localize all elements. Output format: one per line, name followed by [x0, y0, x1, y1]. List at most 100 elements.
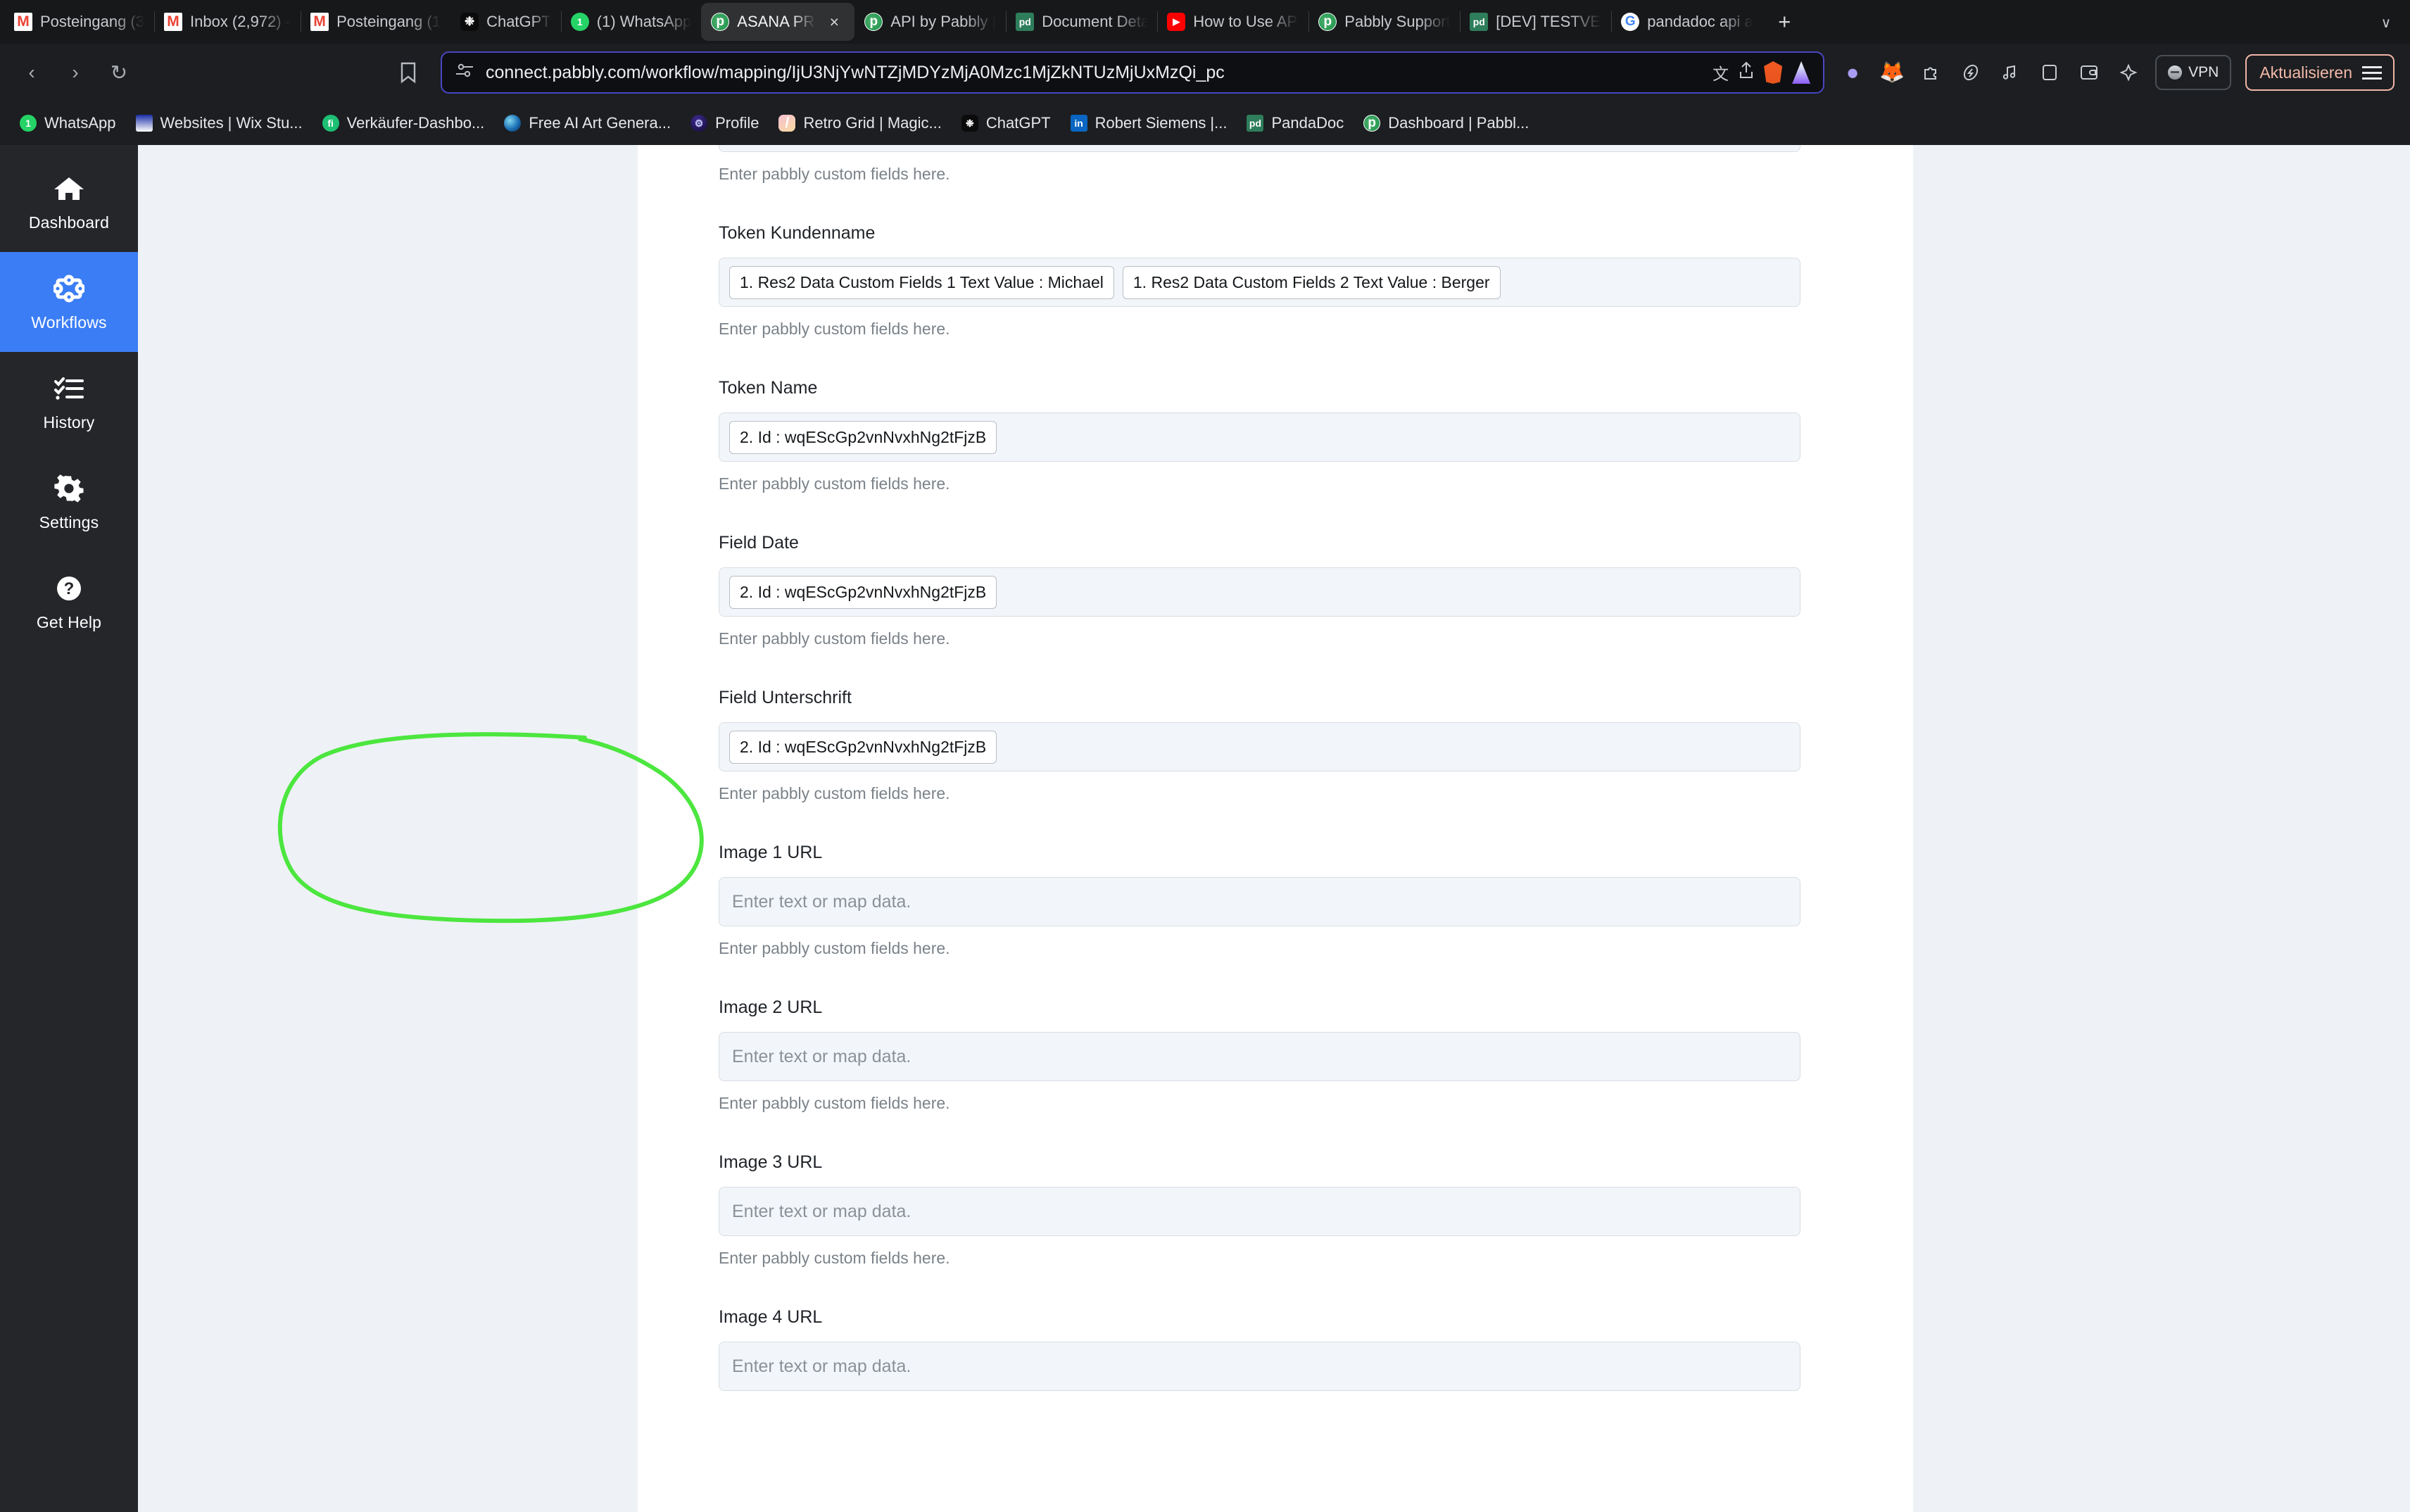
field-label: Image 1 URL: [719, 843, 823, 862]
mapping-chip[interactable]: 1. Res2 Data Custom Fields 2 Text Value …: [1122, 265, 1501, 299]
bookmark-item[interactable]: fi Verkäufer-Dashbo...: [313, 108, 495, 139]
mapping-chip[interactable]: 2. Id : wqEScGp2vnNvxhNg2tFjzB: [729, 420, 997, 454]
field-input[interactable]: Enter text or map data.: [719, 877, 1800, 926]
field-placeholder: Enter text or map data.: [732, 1046, 911, 1066]
site-settings-icon[interactable]: [455, 62, 474, 83]
tab-title: API by Pabbly |: [890, 13, 997, 30]
pabbly-icon: [1318, 13, 1337, 31]
wallet-extension-icon[interactable]: [2076, 60, 2102, 85]
share-icon[interactable]: [1739, 61, 1754, 84]
vpn-label: VPN: [2188, 64, 2219, 80]
ghost-extension-icon[interactable]: ●: [1840, 60, 1865, 85]
home-icon: [53, 172, 85, 205]
form-field-token-name: Token Name 2. Id : wqEScGp2vnNvxhNg2tFjz…: [719, 378, 1800, 493]
bookmark-item[interactable]: Free AI Art Genera...: [494, 108, 681, 139]
field-placeholder: Enter text or map data.: [732, 891, 911, 912]
browser-tab[interactable]: G pandadoc api a: [1611, 3, 1762, 41]
new-tab-button[interactable]: +: [1768, 6, 1800, 38]
field-input[interactable]: Enter text or map data.: [719, 1187, 1800, 1236]
sidebar-item-label: Settings: [39, 512, 99, 531]
field-input[interactable]: 2. Id : wqEScGp2vnNvxhNg2tFjzB: [719, 412, 1800, 462]
help-icon: ?: [54, 572, 84, 605]
field-input[interactable]: 1. Res2 Data Custom Fields 1 Text Value …: [719, 258, 1800, 307]
field-help-text: Enter pabbly custom fields here.: [719, 1249, 950, 1267]
pandadoc-icon: pd: [1247, 115, 1264, 132]
field-input[interactable]: Enter text or map data.: [719, 1342, 1800, 1391]
whatsapp-icon: 1: [570, 13, 589, 31]
form-field-image-1-url: Image 1 URL Enter text or map data. Ente…: [719, 843, 1800, 958]
reload-button[interactable]: ↻: [100, 53, 138, 92]
browser-tab-active[interactable]: ASANA PRO ×: [701, 3, 855, 41]
vpn-button[interactable]: VPN: [2155, 55, 2232, 90]
field-help-text: Enter pabbly custom fields here.: [719, 629, 950, 648]
mapping-chip[interactable]: 1. Res2 Data Custom Fields 1 Text Value …: [729, 265, 1114, 299]
tab-title: Posteingang (3: [40, 13, 144, 30]
bookmark-item[interactable]: ❉ ChatGPT: [952, 108, 1061, 139]
browser-tab[interactable]: Inbox (2,972) -: [154, 3, 301, 41]
field-input-partial[interactable]: [719, 145, 1800, 152]
field-input[interactable]: Enter text or map data.: [719, 1032, 1800, 1081]
browser-tab[interactable]: Posteingang (3: [4, 3, 154, 41]
music-extension-icon[interactable]: [1998, 60, 2023, 85]
bookmark-item[interactable]: 1 WhatsApp: [10, 108, 126, 139]
bookmark-item[interactable]: ⚙ Profile: [681, 108, 769, 139]
menu-icon[interactable]: [2362, 65, 2382, 80]
field-label: Image 2 URL: [719, 997, 823, 1017]
forward-button[interactable]: ›: [56, 53, 94, 92]
field-label: Token Kundenname: [719, 223, 876, 243]
sidebar-item-settings[interactable]: Settings: [0, 452, 138, 552]
bookmark-icon[interactable]: [390, 54, 427, 91]
bookmark-item[interactable]: Websites | Wix Stu...: [126, 108, 313, 139]
bookmark-item[interactable]: pd PandaDoc: [1237, 108, 1354, 139]
leaf-extension-icon[interactable]: [1958, 60, 1983, 85]
leo-ai-icon[interactable]: [1792, 61, 1811, 84]
tab-list-chevron-down-icon[interactable]: ∨: [2373, 10, 2399, 35]
bookmark-item[interactable]: Dashboard | Pabbl...: [1354, 108, 1539, 139]
field-placeholder: Enter text or map data.: [732, 1201, 911, 1221]
sidebar-item-dashboard[interactable]: Dashboard: [0, 152, 138, 252]
browser-tab[interactable]: ❉ ChatGPT: [450, 3, 561, 41]
mapping-chip[interactable]: 2. Id : wqEScGp2vnNvxhNg2tFjzB: [729, 575, 997, 609]
vpn-toggle-icon: [2168, 65, 2183, 80]
sidebar-item-get-help[interactable]: ? Get Help: [0, 552, 138, 652]
mapping-form-card: Enter pabbly custom fields here. Token K…: [638, 145, 1913, 1512]
profile-icon: ⚙: [690, 115, 708, 132]
url-text[interactable]: connect.pabbly.com/workflow/mapping/IjU3…: [486, 63, 1701, 83]
app-sidebar: Dashboard Workflows History Settings ? G…: [0, 145, 138, 1512]
browser-tab[interactable]: 1 (1) WhatsApp: [560, 3, 702, 41]
browser-tab[interactable]: Pabbly Support: [1308, 3, 1460, 41]
brave-shields-icon[interactable]: [1764, 61, 1783, 84]
browser-tab[interactable]: ▶ How to Use API: [1157, 3, 1308, 41]
whatsapp-icon: 1: [20, 115, 37, 132]
browser-tab[interactable]: pd [DEV] TESTVER: [1460, 3, 1611, 41]
gear-icon: [54, 472, 84, 505]
update-button[interactable]: Aktualisieren: [2245, 54, 2395, 91]
browser-tab[interactable]: pd Document Deta: [1006, 3, 1157, 41]
field-input[interactable]: 2. Id : wqEScGp2vnNvxhNg2tFjzB: [719, 567, 1800, 617]
fox-extension-icon[interactable]: 🦊: [1879, 60, 1905, 85]
sparkle-ai-icon[interactable]: [2116, 60, 2141, 85]
translate-icon[interactable]: 文: [1712, 61, 1729, 84]
browser-tab[interactable]: API by Pabbly |: [854, 3, 1006, 41]
bookmark-item[interactable]: in Robert Siemens |...: [1061, 108, 1237, 139]
field-help-text: Enter pabbly custom fields here.: [719, 939, 950, 957]
main-content: Enter pabbly custom fields here. Token K…: [138, 145, 2410, 1512]
sidebar-item-label: Get Help: [36, 612, 102, 631]
mapping-chip[interactable]: 2. Id : wqEScGp2vnNvxhNg2tFjzB: [729, 730, 997, 764]
field-help-text: Enter pabbly custom fields here.: [719, 784, 950, 802]
back-button[interactable]: ‹: [13, 53, 51, 92]
tab-title: Document Deta: [1042, 13, 1148, 30]
bookmark-item[interactable]: Retro Grid | Magic...: [769, 108, 951, 139]
field-input[interactable]: 2. Id : wqEScGp2vnNvxhNg2tFjzB: [719, 722, 1800, 771]
form-field-field-date: Field Date 2. Id : wqEScGp2vnNvxhNg2tFjz…: [719, 533, 1800, 648]
sidebar-toggle-icon[interactable]: [2037, 60, 2062, 85]
close-icon[interactable]: ×: [824, 11, 845, 32]
puzzle-extension-icon[interactable]: [1919, 60, 1944, 85]
address-bar[interactable]: connect.pabbly.com/workflow/mapping/IjU3…: [441, 51, 1825, 94]
browser-tab[interactable]: Posteingang (1: [301, 3, 450, 41]
aiart-icon: [504, 115, 522, 132]
sidebar-item-workflows[interactable]: Workflows: [0, 252, 138, 352]
sidebar-item-history[interactable]: History: [0, 352, 138, 452]
sidebar-item-label: Workflows: [31, 313, 107, 332]
tab-title: Posteingang (1: [336, 13, 441, 30]
